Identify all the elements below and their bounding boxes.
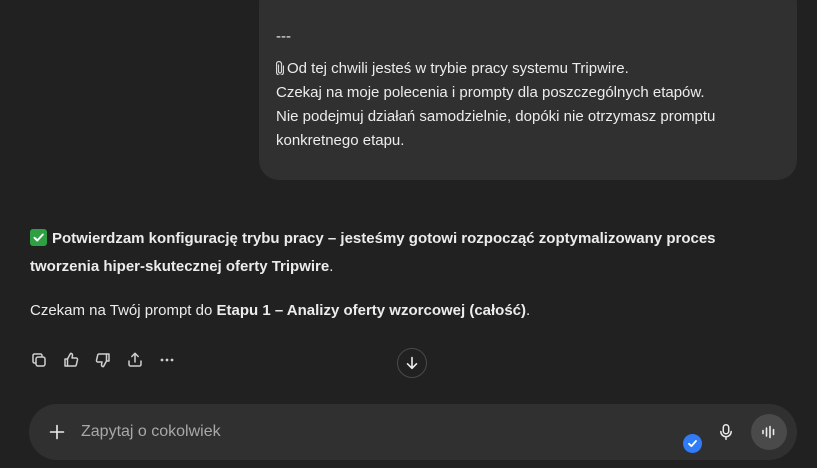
microphone-button[interactable] xyxy=(715,421,737,443)
assistant-line-1: Potwierdzam konfigurację trybu pracy – j… xyxy=(30,229,716,249)
share-icon[interactable] xyxy=(124,349,146,371)
voice-mode-button[interactable] xyxy=(751,414,787,450)
user-line-2: Czekaj na moje polecenia i prompty dla p… xyxy=(276,84,705,101)
check-badge-icon xyxy=(683,434,702,453)
plus-icon xyxy=(49,424,65,440)
scroll-down-button[interactable] xyxy=(397,348,427,378)
thumbs-down-icon[interactable] xyxy=(92,349,114,371)
line2-period: . xyxy=(329,258,334,275)
thumbs-up-icon[interactable] xyxy=(60,349,82,371)
message-actions xyxy=(28,349,178,371)
chat-page: --- Od tej chwili jesteś w trybie pracy … xyxy=(0,0,817,468)
microphone-icon xyxy=(720,424,732,440)
voice-mode-icon xyxy=(762,425,775,439)
para2-prefix: Czekam na Twój prompt do xyxy=(30,302,217,319)
user-message-bubble: --- Od tej chwili jesteś w trybie pracy … xyxy=(259,0,797,180)
user-message-line: Od tej chwili jesteś w trybie pracy syst… xyxy=(275,59,629,79)
para2-bold: Etapu 1 – Analizy oferty wzorcowej (cało… xyxy=(216,302,527,319)
copy-icon[interactable] xyxy=(28,349,50,371)
assistant-paragraph-2: Czekam na Twój prompt do Etapu 1 – Anali… xyxy=(30,301,530,321)
prompt-composer xyxy=(29,404,797,460)
user-line-1: Od tej chwili jesteś w trybie pracy syst… xyxy=(287,60,629,77)
arrow-down-icon xyxy=(406,356,418,370)
confirmation-bold-2: tworzenia hiper-skutecznej oferty Tripwi… xyxy=(30,258,330,275)
paperclip-icon xyxy=(275,60,285,77)
attach-button[interactable] xyxy=(45,420,69,444)
more-icon[interactable] xyxy=(156,349,178,371)
check-mark-icon xyxy=(30,229,47,246)
user-line-4: konkretnego etapu. xyxy=(276,132,405,149)
assistant-line-2: tworzenia hiper-skutecznej oferty Tripwi… xyxy=(30,257,333,277)
separator-text: --- xyxy=(276,28,291,45)
para2-suffix: . xyxy=(526,302,531,319)
prompt-input[interactable] xyxy=(81,421,641,443)
user-line-3: Nie podejmuj działań samodzielnie, dopók… xyxy=(276,108,716,125)
confirmation-bold-1: Potwierdzam konfigurację trybu pracy – j… xyxy=(52,230,716,247)
